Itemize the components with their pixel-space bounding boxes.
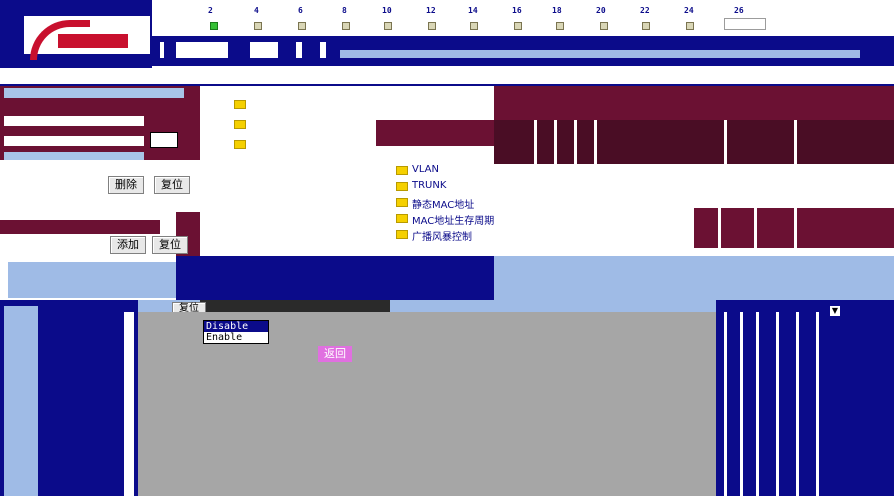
tree-header	[376, 120, 494, 146]
bottom-title-bar	[200, 300, 390, 312]
header-port-labels	[340, 50, 860, 58]
frame-stripe	[776, 312, 779, 496]
port-led-icon[interactable]	[514, 22, 522, 30]
frame-stripe	[724, 312, 727, 496]
port-led-icon[interactable]	[298, 22, 306, 30]
folder-icon	[396, 166, 408, 175]
column-divider	[554, 120, 557, 164]
port-led-icon[interactable]	[342, 22, 350, 30]
port-led-icon[interactable]	[428, 22, 436, 30]
port-number: 6	[298, 6, 303, 15]
folder-icon	[396, 230, 408, 239]
port-led-icon[interactable]	[686, 22, 694, 30]
port-number: 12	[426, 6, 436, 15]
column-divider	[754, 208, 757, 248]
port-led-icon[interactable]	[254, 22, 262, 30]
folder-icon	[234, 120, 246, 129]
frame-stripe	[816, 312, 819, 496]
port-led-icon[interactable]	[210, 22, 218, 30]
mid-band	[494, 256, 894, 300]
port-led-icon[interactable]	[384, 22, 392, 30]
form-row	[4, 116, 144, 126]
right-form-area	[694, 164, 894, 208]
port-number: 8	[342, 6, 347, 15]
column-divider	[724, 120, 727, 164]
delete-button[interactable]: 删除	[108, 176, 144, 194]
add-button[interactable]: 添加	[110, 236, 146, 254]
port-26-sfp-slot[interactable]	[724, 18, 766, 30]
folder-icon	[396, 198, 408, 207]
panel-header-row	[4, 88, 184, 98]
tree-item-mac-aging[interactable]: MAC地址生存周期	[412, 212, 494, 227]
reset-button[interactable]: 复位	[152, 236, 188, 254]
select-option-disable[interactable]: Disable	[204, 321, 268, 332]
select-option-enable[interactable]: Enable	[204, 332, 268, 343]
frame-stripe	[756, 312, 759, 496]
port-number: 14	[468, 6, 478, 15]
menu-bar	[0, 68, 894, 86]
port-led-icon[interactable]	[600, 22, 608, 30]
column-divider	[534, 120, 537, 164]
port-led-icon[interactable]	[470, 22, 478, 30]
folder-icon	[396, 214, 408, 223]
port-led-icon[interactable]	[556, 22, 564, 30]
tree-item-trunk[interactable]: TRUNK	[412, 180, 446, 191]
column-divider	[794, 120, 797, 164]
port-number: 2	[208, 6, 213, 15]
frame-stripe	[796, 312, 799, 496]
tree-item-broadcast-storm[interactable]: 广播风暴控制	[412, 228, 472, 243]
port-number: 22	[640, 6, 650, 15]
folder-icon	[234, 140, 246, 149]
folder-icon	[396, 182, 408, 191]
right-table-area	[494, 120, 894, 164]
column-divider	[794, 208, 797, 248]
column-divider	[574, 120, 577, 164]
logo-wordmark	[58, 34, 128, 48]
right-form-area	[494, 164, 694, 208]
form-row	[4, 136, 144, 146]
reset-button[interactable]: 复位	[154, 176, 190, 194]
mac-table-row	[694, 208, 894, 248]
port-number: 4	[254, 6, 259, 15]
port-number: 10	[382, 6, 392, 15]
mac-address-field[interactable]	[0, 220, 160, 234]
return-link[interactable]: 返回	[318, 346, 352, 362]
port-number: 16	[512, 6, 522, 15]
header-divider	[320, 42, 326, 58]
frame-border	[124, 312, 134, 496]
enable-select[interactable]: Disable Enable	[203, 320, 269, 344]
column-divider	[718, 208, 721, 248]
tree-item-static-mac[interactable]: 静态MAC地址	[412, 196, 474, 211]
right-header-band	[494, 86, 894, 120]
frame-border	[134, 312, 138, 496]
header-divider	[160, 42, 164, 58]
column-divider	[594, 120, 597, 164]
header-divider	[250, 42, 278, 58]
tree-item-vlan[interactable]: VLAN	[412, 164, 439, 175]
folder-icon	[234, 100, 246, 109]
port-number: 24	[684, 6, 694, 15]
header-title-block	[176, 42, 228, 58]
header-divider	[296, 42, 302, 58]
port-input-field[interactable]	[150, 132, 178, 148]
mac-input-row	[0, 212, 176, 256]
chevron-down-icon[interactable]: ▼	[830, 306, 840, 316]
scrollbar-track[interactable]	[4, 306, 38, 496]
port-number: 26	[734, 6, 744, 15]
mid-band-bar	[8, 262, 176, 298]
frame-stripe	[740, 312, 743, 496]
port-led-icon[interactable]	[642, 22, 650, 30]
port-number: 18	[552, 6, 562, 15]
port-number: 20	[596, 6, 606, 15]
